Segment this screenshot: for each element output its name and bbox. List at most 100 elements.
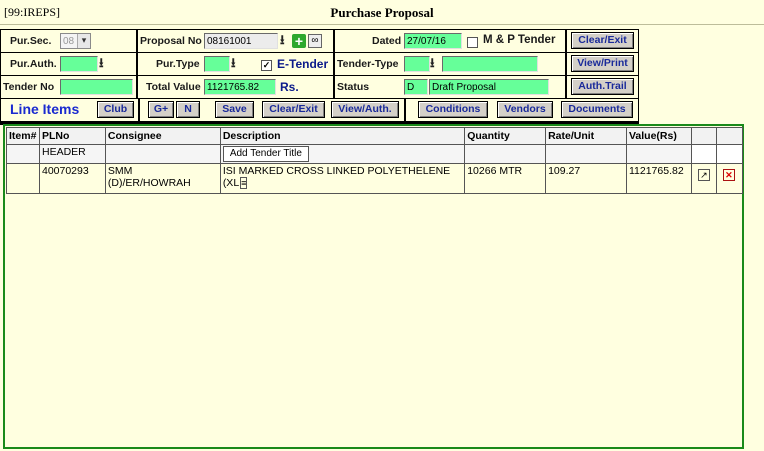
- auth-trail-button[interactable]: Auth.Trail: [571, 78, 634, 95]
- item-cell: [6, 144, 40, 164]
- tender-type-input[interactable]: [404, 56, 430, 72]
- pur-type-cell: Pur.Type ⭳ ✓ E-Tender: [138, 53, 333, 75]
- quantity-cell: [464, 144, 547, 164]
- proposal-no-cell: Proposal No 08161001 ⭳ + ∞: [138, 30, 333, 52]
- description-text: ISI MARKED CROSS LINKED POLYETHELENE (XL: [222, 165, 451, 189]
- column-header: Item#: [6, 127, 40, 145]
- pur-sec-select[interactable]: 08 ▾: [60, 33, 91, 49]
- table-row[interactable]: 40070293 SMM (D)/ER/HOWRAH ISI MARKED CR…: [6, 163, 744, 194]
- view-icon[interactable]: ∞: [308, 34, 322, 48]
- consignee-cell: [104, 144, 221, 164]
- column-header: Quantity: [464, 127, 547, 145]
- rate-cell: 109.27: [545, 163, 627, 194]
- column-header: Description: [219, 127, 466, 145]
- line-items-label: Line Items: [10, 101, 80, 117]
- view-print-cell: View/Print: [567, 53, 638, 75]
- clear-exit-top-button[interactable]: Clear/Exit: [571, 32, 634, 49]
- expand-icon[interactable]: ≡: [240, 177, 248, 189]
- tender-no-input[interactable]: [60, 79, 133, 95]
- table-row-header: HEADER Add Tender Title: [6, 144, 744, 164]
- page-title: Purchase Proposal: [330, 5, 434, 20]
- download-icon[interactable]: ⭳: [231, 55, 236, 71]
- column-header: Rate/Unit: [545, 127, 627, 145]
- conditions-button[interactable]: Conditions: [418, 101, 488, 118]
- column-header: [690, 127, 717, 145]
- n-button[interactable]: N: [176, 101, 200, 118]
- download-icon[interactable]: ⭳: [280, 32, 285, 48]
- download-icon[interactable]: ⭳: [430, 55, 435, 71]
- proposal-no-input[interactable]: 08161001: [204, 33, 278, 49]
- pur-sec-value: 08: [63, 36, 75, 47]
- clear-exit-top-cell: Clear/Exit: [567, 30, 638, 52]
- tender-type-label: Tender-Type: [337, 58, 399, 70]
- pur-sec-cell: Pur.Sec. 08 ▾: [1, 30, 136, 52]
- action-cell: [715, 144, 744, 164]
- add-tender-title-button[interactable]: Add Tender Title: [222, 146, 309, 162]
- description-cell: Add Tender Title: [219, 144, 466, 164]
- column-header: PLNo: [38, 127, 106, 145]
- status-text-input[interactable]: Draft Proposal: [429, 79, 549, 95]
- line-items-table: Item# PLNo Consignee Description Quantit…: [6, 127, 744, 194]
- documents-button[interactable]: Documents: [561, 101, 633, 118]
- value-cell: 1121765.82: [625, 163, 692, 194]
- currency-label: Rs.: [280, 80, 299, 94]
- line-items-grid: Item# PLNo Consignee Description Quantit…: [3, 124, 744, 449]
- mp-tender-label: M & P Tender: [483, 34, 556, 46]
- plno-cell: HEADER: [38, 144, 106, 164]
- download-icon[interactable]: ⭳: [99, 55, 104, 71]
- total-value-input[interactable]: 1121765.82: [204, 79, 276, 95]
- grid-header-row: Item# PLNo Consignee Description Quantit…: [6, 127, 744, 145]
- edit-cell: ↗: [690, 163, 717, 194]
- e-tender-label: E-Tender: [277, 57, 329, 71]
- edit-icon[interactable]: ↗: [697, 169, 710, 181]
- club-button[interactable]: Club: [97, 101, 134, 118]
- tender-no-label: Tender No: [3, 81, 55, 93]
- vendors-button[interactable]: Vendors: [497, 101, 553, 118]
- dated-input[interactable]: 27/07/16: [404, 33, 462, 49]
- e-tender-checkbox[interactable]: ✓: [261, 60, 272, 71]
- delete-icon[interactable]: ✕: [722, 169, 735, 181]
- pur-type-label: Pur.Type: [156, 58, 200, 70]
- mp-tender-checkbox[interactable]: [467, 37, 478, 48]
- clear-exit-button[interactable]: Clear/Exit: [262, 101, 325, 118]
- status-cell: Status D Draft Proposal: [335, 76, 565, 98]
- dated-cell: Dated 27/07/16 M & P Tender: [335, 30, 565, 52]
- view-print-button[interactable]: View/Print: [571, 55, 634, 72]
- proposal-form: Pur.Sec. 08 ▾ Proposal No 08161001 ⭳ + ∞…: [0, 29, 639, 125]
- plus-icon[interactable]: +: [292, 34, 306, 48]
- plno-cell: 40070293: [38, 163, 106, 194]
- rate-cell: [545, 144, 627, 164]
- purchase-proposal-window: [99:IREPS] Purchase Proposal Pur.Sec. 08…: [0, 0, 764, 451]
- action-cell: [690, 144, 717, 164]
- delete-cell: ✕: [715, 163, 744, 194]
- total-value-label: Total Value: [146, 81, 201, 93]
- total-value-cell: Total Value 1121765.82 Rs.: [138, 76, 333, 98]
- column-header: Value(Rs): [625, 127, 692, 145]
- proposal-no-label: Proposal No: [140, 35, 202, 47]
- value-cell: [625, 144, 692, 164]
- view-auth-button[interactable]: View/Auth.: [331, 101, 399, 118]
- consignee-cell: SMM (D)/ER/HOWRAH: [104, 163, 221, 194]
- item-cell: [6, 163, 40, 194]
- pur-type-input[interactable]: [204, 56, 230, 72]
- status-label: Status: [337, 81, 370, 93]
- line-items-cell: Line Items Club: [1, 99, 138, 121]
- actions-cell: G+ N Save Clear/Exit View/Auth.: [140, 99, 404, 121]
- tender-no-cell: Tender No: [1, 76, 136, 98]
- column-header: [715, 127, 744, 145]
- description-cell: ISI MARKED CROSS LINKED POLYETHELENE (XL…: [219, 163, 466, 194]
- column-header: Consignee: [104, 127, 221, 145]
- pur-auth-cell: Pur.Auth. ⭳: [1, 53, 136, 75]
- quantity-cell: 10266 MTR: [464, 163, 547, 194]
- g-plus-button[interactable]: G+: [148, 101, 174, 118]
- title-bar: [99:IREPS] Purchase Proposal: [0, 0, 764, 25]
- status-code-input[interactable]: D: [404, 79, 428, 95]
- auth-trail-cell: Auth.Trail: [567, 76, 638, 98]
- tender-type-desc-input[interactable]: [442, 56, 538, 72]
- chevron-down-icon: ▾: [77, 34, 90, 48]
- save-button[interactable]: Save: [215, 101, 254, 118]
- dated-label: Dated: [372, 35, 402, 47]
- pur-auth-input[interactable]: [60, 56, 98, 72]
- docs-cell: Conditions Vendors Documents: [406, 99, 638, 121]
- tender-type-cell: Tender-Type ⭳: [335, 53, 565, 75]
